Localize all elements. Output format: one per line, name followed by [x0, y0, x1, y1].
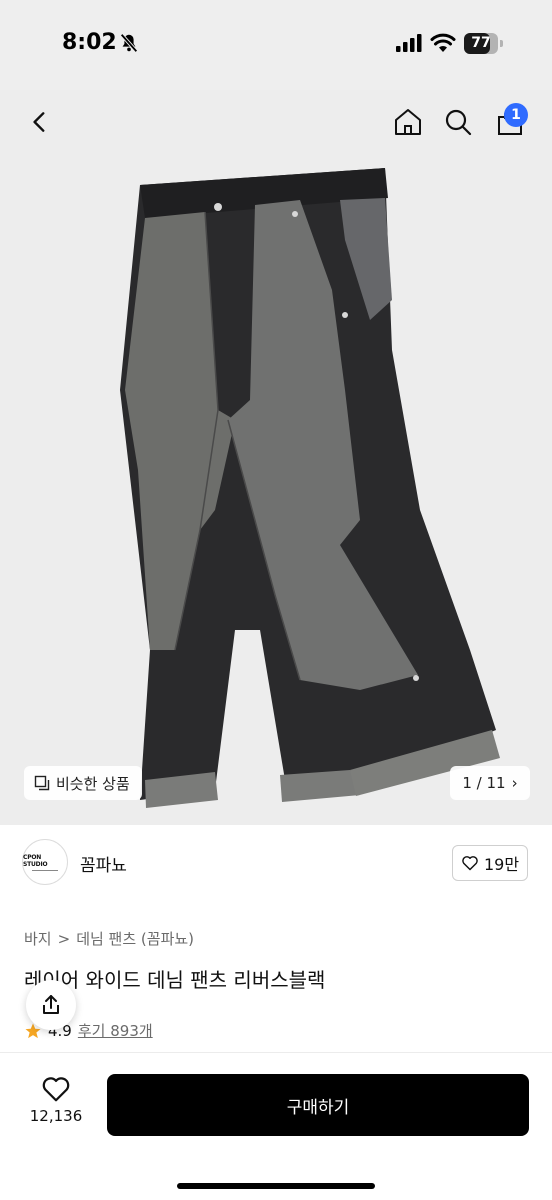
- wifi-icon: [430, 33, 456, 52]
- wish-count: 12,136: [29, 1107, 83, 1125]
- breadcrumb-subcategory[interactable]: 데님 팬츠 (꼼파뇨): [76, 928, 194, 949]
- wish-button[interactable]: 12,136: [20, 1075, 92, 1135]
- product-image: [120, 168, 500, 808]
- brand-like-button[interactable]: 19만: [452, 845, 528, 881]
- status-bar: 8:02 77: [0, 0, 552, 90]
- brand-logo[interactable]: CPON STUDIO: [22, 839, 68, 885]
- brand-like-count: 19만: [483, 855, 520, 874]
- battery-indicator: 77: [464, 33, 504, 54]
- breadcrumb: 바지 > 데님 팬츠 (꼼파뇨): [24, 928, 194, 949]
- share-icon: [43, 995, 59, 1014]
- back-icon[interactable]: [22, 104, 58, 140]
- product-image-carousel[interactable]: 1 비슷한 상품 1 / 11 ›: [0, 90, 552, 825]
- chevron-right-icon: ›: [511, 774, 518, 792]
- review-link[interactable]: 후기 893개: [78, 1020, 153, 1041]
- cart-count-badge: 1: [504, 103, 528, 127]
- heart-icon: [42, 1077, 70, 1102]
- share-button[interactable]: [26, 980, 76, 1030]
- status-time: 8:02: [62, 30, 117, 55]
- home-indicator: [177, 1183, 375, 1189]
- search-icon[interactable]: [440, 104, 476, 140]
- signal-icon: [396, 34, 422, 52]
- home-icon[interactable]: [390, 104, 426, 140]
- battery-level: 77: [471, 35, 491, 51]
- page-count: 1 / 11: [462, 774, 506, 792]
- similar-icon: [34, 775, 50, 791]
- brand-name[interactable]: 꼼파뇨: [80, 851, 127, 876]
- brand-logo-text: CPON STUDIO: [23, 853, 48, 868]
- heart-icon: [462, 856, 478, 871]
- similar-products-button[interactable]: 비슷한 상품: [24, 766, 142, 800]
- image-page-indicator[interactable]: 1 / 11 ›: [450, 766, 530, 800]
- brand-row: CPON STUDIO 꼼파뇨 19만: [0, 825, 552, 905]
- bell-muted-icon: [120, 33, 138, 53]
- buy-button[interactable]: 구매하기: [107, 1074, 529, 1136]
- breadcrumb-separator: >: [57, 929, 71, 948]
- bottom-action-bar: 12,136 구매하기: [0, 1052, 552, 1200]
- similar-label: 비슷한 상품: [56, 774, 130, 793]
- breadcrumb-category[interactable]: 바지: [24, 928, 52, 949]
